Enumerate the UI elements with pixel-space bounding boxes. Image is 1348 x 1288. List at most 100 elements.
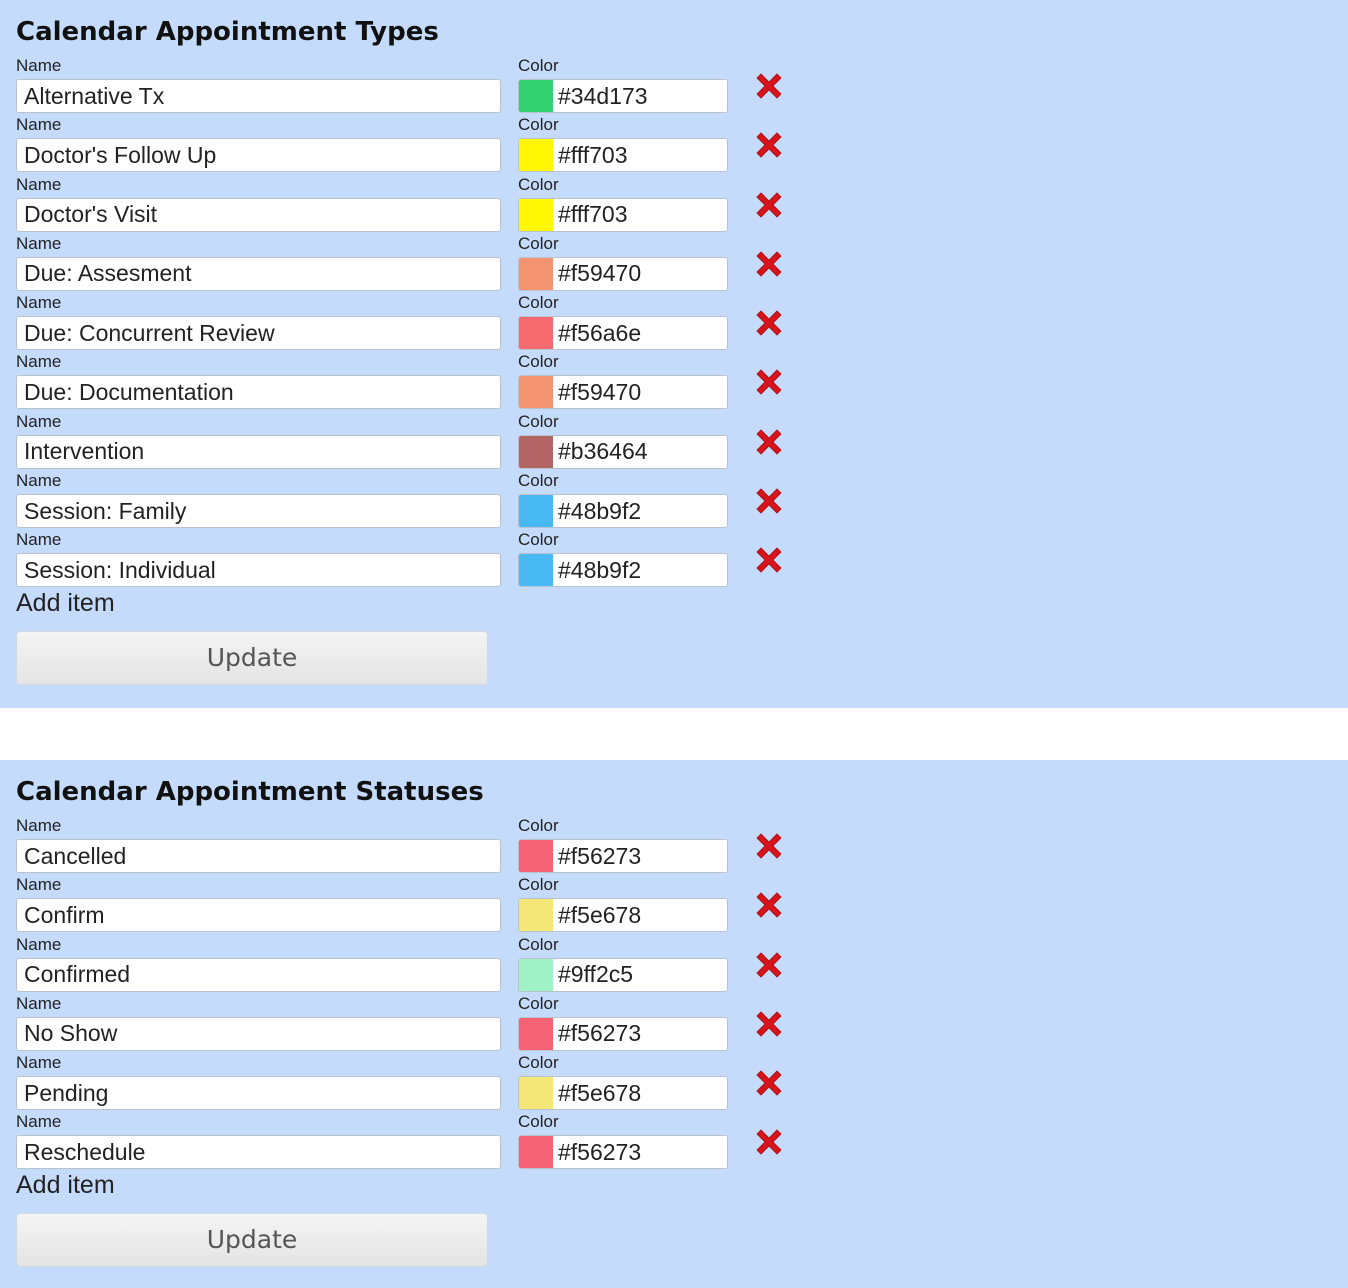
add-item-link[interactable]: Add item (16, 1169, 1348, 1201)
color-input[interactable] (555, 899, 727, 932)
name-input[interactable] (16, 898, 501, 933)
close-x-icon (756, 1070, 782, 1096)
name-label: Name (16, 115, 62, 135)
name-input[interactable] (16, 494, 501, 529)
color-swatch[interactable] (519, 840, 553, 872)
delete-item-button[interactable] (752, 948, 786, 982)
color-input[interactable] (555, 257, 727, 290)
section-title: Calendar Appointment Types (16, 17, 439, 47)
color-swatch[interactable] (519, 495, 553, 528)
color-field (518, 1016, 728, 1051)
color-swatch[interactable] (519, 80, 553, 112)
name-label: Name (16, 816, 62, 835)
color-label: Color (518, 174, 559, 194)
close-x-icon (756, 1011, 782, 1037)
color-field (518, 197, 728, 232)
name-input[interactable] (16, 1135, 501, 1170)
color-swatch[interactable] (519, 257, 553, 290)
delete-item-button[interactable] (752, 1125, 786, 1159)
color-swatch[interactable] (519, 376, 553, 409)
delete-item-button[interactable] (752, 888, 786, 922)
color-swatch[interactable] (519, 1017, 553, 1050)
delete-item-button[interactable] (752, 365, 786, 399)
list-item: Name Color (16, 412, 1348, 471)
delete-item-button[interactable] (752, 128, 786, 162)
color-label: Color (518, 816, 559, 835)
delete-item-button[interactable] (752, 543, 786, 577)
color-swatch[interactable] (519, 435, 553, 468)
appointment-types-panel: Calendar Appointment Types Name Color Name… (0, 0, 1348, 708)
add-item-link[interactable]: Add item (16, 587, 1348, 619)
color-label: Color (518, 411, 559, 431)
name-input[interactable] (16, 1076, 501, 1111)
color-input[interactable] (555, 1136, 727, 1169)
color-field (518, 839, 728, 873)
color-swatch[interactable] (519, 139, 553, 172)
color-input[interactable] (555, 554, 727, 587)
name-input[interactable] (16, 434, 501, 469)
list-item: Name Color (16, 352, 1348, 411)
color-swatch[interactable] (519, 554, 553, 587)
color-input[interactable] (555, 139, 727, 172)
list-item: Name Color (16, 1053, 1348, 1112)
color-field (518, 957, 728, 992)
name-input[interactable] (16, 79, 501, 113)
delete-item-button[interactable] (752, 1066, 786, 1100)
color-input[interactable] (555, 1017, 727, 1050)
color-input[interactable] (555, 958, 727, 991)
color-swatch[interactable] (519, 198, 553, 231)
name-label: Name (16, 875, 62, 895)
name-input[interactable] (16, 839, 501, 873)
update-button[interactable]: Update (16, 1212, 488, 1267)
color-input[interactable] (555, 435, 727, 468)
color-swatch[interactable] (519, 958, 553, 991)
delete-item-button[interactable] (752, 247, 786, 281)
color-input[interactable] (555, 376, 727, 409)
name-label: Name (16, 1112, 62, 1132)
name-input[interactable] (16, 553, 501, 588)
name-input[interactable] (16, 197, 501, 232)
delete-item-button[interactable] (752, 829, 786, 863)
color-swatch[interactable] (519, 1077, 553, 1110)
delete-item-button[interactable] (752, 69, 786, 103)
color-input[interactable] (555, 80, 727, 112)
name-label: Name (16, 293, 62, 313)
color-input[interactable] (555, 1077, 727, 1110)
close-x-icon (756, 547, 782, 573)
color-swatch[interactable] (519, 899, 553, 932)
name-input[interactable] (16, 375, 501, 410)
color-field (518, 1076, 728, 1111)
color-input[interactable] (555, 495, 727, 528)
delete-item-button[interactable] (752, 425, 786, 459)
color-field (518, 898, 728, 933)
color-input[interactable] (555, 840, 727, 872)
name-input[interactable] (16, 316, 501, 351)
name-input[interactable] (16, 138, 501, 173)
close-x-icon (756, 73, 782, 99)
name-label: Name (16, 411, 62, 431)
color-label: Color (518, 530, 559, 550)
color-input[interactable] (555, 198, 727, 231)
close-x-icon (756, 892, 782, 918)
delete-item-button[interactable] (752, 1007, 786, 1041)
color-swatch[interactable] (519, 317, 553, 350)
close-x-icon (756, 132, 782, 158)
color-field (518, 316, 728, 351)
update-button[interactable]: Update (16, 630, 488, 685)
name-label: Name (16, 352, 62, 372)
name-input[interactable] (16, 957, 501, 992)
color-label: Color (518, 1053, 559, 1073)
color-input[interactable] (555, 317, 727, 350)
delete-item-button[interactable] (752, 188, 786, 222)
item-list: NameColorNameColorNameColorNameColorName… (16, 816, 1348, 1172)
delete-item-button[interactable] (752, 484, 786, 518)
name-label: Name (16, 993, 62, 1013)
color-label: Color (518, 875, 559, 895)
color-field (518, 79, 728, 113)
color-swatch[interactable] (519, 1136, 553, 1169)
delete-item-button[interactable] (752, 306, 786, 340)
name-input[interactable] (16, 1016, 501, 1051)
name-label: Name (16, 233, 62, 253)
color-label: Color (518, 934, 559, 954)
name-input[interactable] (16, 256, 501, 291)
